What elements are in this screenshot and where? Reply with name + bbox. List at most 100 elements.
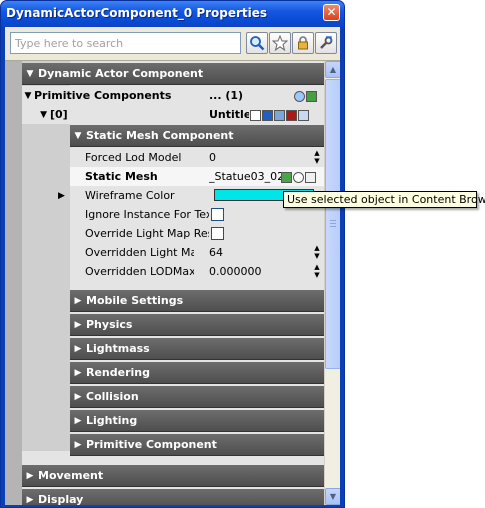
section-movement[interactable]: ▶ Movement	[22, 465, 324, 487]
array-element-row[interactable]: ▼ [0] Untitle	[22, 105, 324, 124]
add-item-icon[interactable]	[306, 90, 317, 102]
section-title: Collision	[86, 390, 139, 403]
overridden-lodmax-row[interactable]: Overridden LODMax Range 0.000000 ▲▼	[70, 262, 324, 281]
collapsed-arrow-icon: ▶	[74, 391, 82, 402]
favorites-button[interactable]	[269, 32, 291, 54]
spin-arrows-icon[interactable]: ▲ ▼	[312, 263, 322, 279]
ignore-instance-checkbox[interactable]	[211, 208, 224, 221]
star-icon	[272, 35, 288, 51]
empty-array-icon[interactable]	[294, 90, 305, 102]
section-title: Lightmass	[86, 342, 150, 355]
override-lightmap-label: Override Light Map Res	[85, 227, 209, 240]
section-title: Display	[38, 493, 84, 505]
section-primitive-component[interactable]: ▶ Primitive Component	[70, 434, 324, 456]
section-title: Primitive Component	[86, 438, 217, 451]
array-element-value: Untitle	[209, 108, 249, 121]
expanded-arrow-icon: ▼	[40, 109, 47, 120]
section-physics[interactable]: ▶ Physics	[70, 314, 324, 336]
lock-button[interactable]	[292, 32, 314, 54]
grip-icon	[330, 220, 336, 229]
close-button[interactable]: ✕	[323, 4, 340, 21]
override-lightmap-checkbox[interactable]	[211, 227, 224, 240]
forced-lod-label: Forced Lod Model	[85, 151, 182, 164]
vertical-scrollbar[interactable]: ▲ ▼	[324, 61, 340, 505]
use-selected-icon[interactable]	[281, 171, 292, 183]
properties-window: DynamicActorComponent_0 Properties ✕ Typ…	[0, 0, 345, 508]
title-bar[interactable]: DynamicActorComponent_0 Properties ✕	[1, 1, 344, 27]
dropdown-icon[interactable]	[262, 109, 273, 121]
static-mesh-buttons	[280, 170, 316, 183]
section-mobile-settings[interactable]: ▶ Mobile Settings	[70, 290, 324, 312]
collapsed-arrow-icon: ▶	[74, 439, 82, 450]
lock-icon	[298, 36, 308, 50]
search-button[interactable]	[246, 32, 268, 54]
collapsed-arrow-icon: ▶	[26, 470, 34, 481]
section-lightmass[interactable]: ▶ Lightmass	[70, 338, 324, 360]
property-gutter	[5, 61, 22, 505]
static-mesh-value[interactable]: _Statue03_02	[209, 170, 281, 183]
primitive-components-count: ... (1)	[209, 89, 244, 102]
collapsed-arrow-icon: ▶	[58, 190, 65, 201]
expanded-arrow-icon: ▼	[24, 90, 32, 101]
section-title: Movement	[38, 469, 104, 482]
section-title: Rendering	[86, 366, 150, 379]
find-in-browser-icon[interactable]	[293, 171, 304, 183]
close-icon: ✕	[326, 5, 337, 19]
scroll-thumb[interactable]	[325, 79, 340, 369]
wrench-icon	[320, 36, 333, 49]
section-rendering[interactable]: ▶ Rendering	[70, 362, 324, 384]
collapsed-arrow-icon: ▶	[74, 319, 82, 330]
property-content: ▼ Dynamic Actor Component ▼ Primitive Co…	[22, 61, 324, 505]
forced-lod-row[interactable]: Forced Lod Model 0 ▲ ▼	[70, 148, 324, 167]
collapsed-arrow-icon: ▶	[74, 367, 82, 378]
client-area: ▼ Dynamic Actor Component ▼ Primitive Co…	[5, 27, 340, 505]
collapsed-arrow-icon: ▶	[74, 415, 82, 426]
ignore-instance-label: Ignore Instance For Text	[85, 208, 209, 221]
property-grid: ▼ Dynamic Actor Component ▼ Primitive Co…	[5, 60, 340, 505]
section-title: Lighting	[86, 414, 138, 427]
expanded-arrow-icon: ▼	[26, 68, 34, 79]
element-buttons	[249, 108, 309, 121]
primitive-components-row[interactable]: ▼ Primitive Components ... (1)	[22, 86, 324, 105]
overridden-lodmax-label: Overridden LODMax Range	[85, 265, 194, 278]
collapsed-arrow-icon: ▶	[74, 295, 82, 306]
options-button[interactable]	[315, 32, 337, 54]
scroll-up-button[interactable]: ▲	[325, 61, 340, 78]
section-collision[interactable]: ▶ Collision	[70, 386, 324, 408]
section-lighting[interactable]: ▶ Lighting	[70, 410, 324, 432]
spin-arrows-icon[interactable]: ▲ ▼	[312, 149, 322, 165]
section-display[interactable]: ▶ Display	[22, 489, 324, 505]
static-mesh-row[interactable]: Static Mesh _Statue03_02	[70, 167, 324, 186]
window-title: DynamicActorComponent_0 Properties	[6, 6, 268, 20]
collapsed-arrow-icon: ▶	[26, 494, 34, 505]
overridden-lightmap-label: Overridden Light Map Res	[85, 246, 194, 259]
override-lightmap-row[interactable]: Override Light Map Res	[70, 224, 324, 243]
array-element-label: [0]	[50, 108, 68, 121]
primitive-components-label: Primitive Components	[34, 89, 172, 102]
overridden-lightmap-row[interactable]: Overridden Light Map Res 64 ▲▼	[70, 243, 324, 262]
scroll-down-button[interactable]: ▼	[325, 488, 340, 505]
forced-lod-value[interactable]: 0	[209, 151, 216, 164]
clear-icon[interactable]	[305, 171, 316, 183]
delete-icon[interactable]	[286, 109, 297, 121]
section-title: Physics	[86, 318, 133, 331]
overridden-lodmax-value[interactable]: 0.000000	[209, 265, 262, 278]
search-toolbar	[5, 27, 340, 60]
section-title: Dynamic Actor Component	[38, 67, 204, 80]
insert-icon[interactable]	[298, 109, 309, 121]
array-buttons	[293, 89, 317, 102]
section-title: Static Mesh Component	[86, 129, 234, 142]
tooltip: Use selected object in Content Browser	[283, 191, 485, 208]
expanded-arrow-icon: ▼	[74, 130, 82, 141]
magnifier-icon	[250, 36, 265, 51]
collapsed-arrow-icon: ▶	[74, 343, 82, 354]
wireframe-color-label: Wireframe Color	[85, 189, 175, 202]
duplicate-icon[interactable]	[274, 109, 285, 121]
section-dynamic-actor-component[interactable]: ▼ Dynamic Actor Component	[22, 63, 324, 85]
new-object-icon[interactable]	[250, 109, 261, 121]
section-static-mesh-component[interactable]: ▼ Static Mesh Component	[70, 125, 324, 147]
overridden-lightmap-value[interactable]: 64	[209, 246, 223, 259]
spin-arrows-icon[interactable]: ▲ ▼	[312, 244, 322, 260]
section-title: Mobile Settings	[86, 294, 184, 307]
search-input[interactable]	[10, 32, 241, 54]
